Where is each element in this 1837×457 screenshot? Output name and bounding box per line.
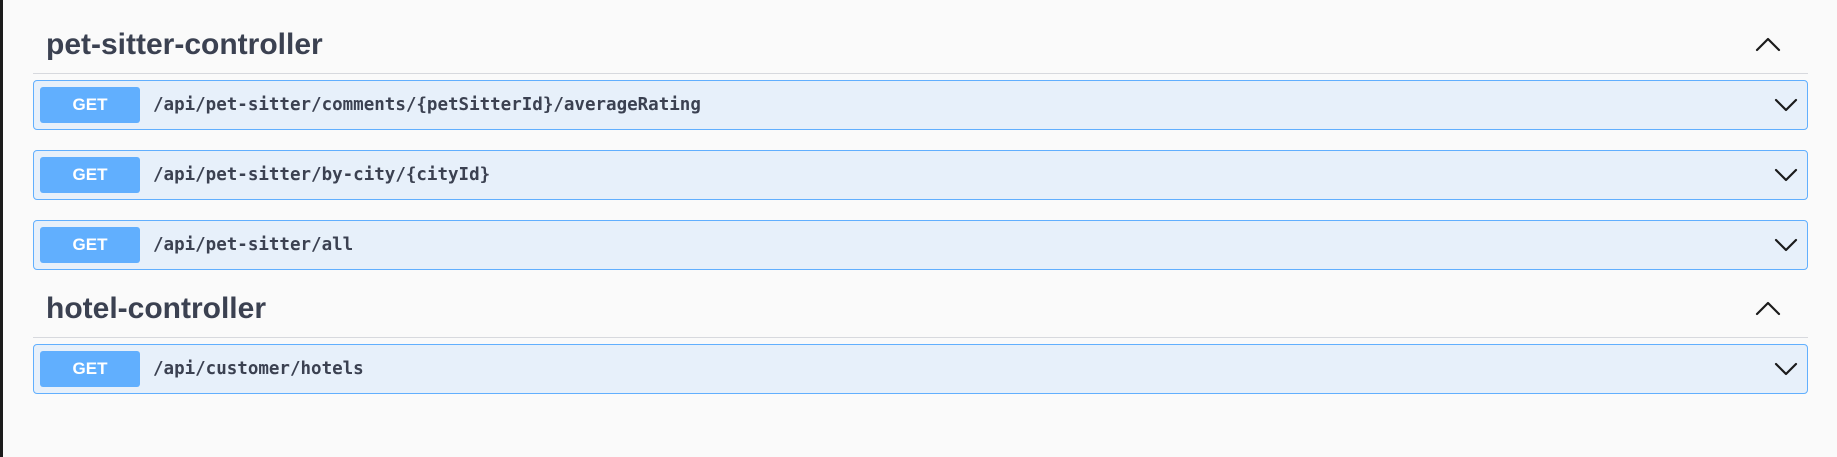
- chevron-down-icon[interactable]: [1771, 354, 1801, 384]
- section-header-hotel-controller[interactable]: hotel-controller: [33, 278, 1808, 338]
- operation-path: /api/pet-sitter/comments/{petSitterId}/a…: [153, 95, 701, 115]
- operation-path: /api/pet-sitter/by-city/{cityId}: [153, 165, 491, 185]
- chevron-down-icon[interactable]: [1771, 90, 1801, 120]
- section-pet-sitter-controller: pet-sitter-controller GET /api/pet-sitte…: [33, 14, 1808, 270]
- operations-list: GET /api/customer/hotels: [33, 338, 1808, 394]
- method-badge: GET: [40, 351, 140, 387]
- method-badge: GET: [40, 227, 140, 263]
- method-badge: GET: [40, 87, 140, 123]
- operations-list: GET /api/pet-sitter/comments/{petSitterI…: [33, 74, 1808, 270]
- chevron-up-icon[interactable]: [1751, 27, 1785, 61]
- section-title: pet-sitter-controller: [46, 27, 323, 61]
- swagger-operations-list: pet-sitter-controller GET /api/pet-sitte…: [33, 14, 1808, 394]
- operation-row[interactable]: GET /api/pet-sitter/comments/{petSitterI…: [33, 80, 1808, 130]
- operation-row[interactable]: GET /api/pet-sitter/by-city/{cityId}: [33, 150, 1808, 200]
- operation-row[interactable]: GET /api/pet-sitter/all: [33, 220, 1808, 270]
- chevron-down-icon[interactable]: [1771, 230, 1801, 260]
- chevron-up-icon[interactable]: [1751, 291, 1785, 325]
- operation-row[interactable]: GET /api/customer/hotels: [33, 344, 1808, 394]
- operation-path: /api/pet-sitter/all: [153, 235, 354, 255]
- section-title: hotel-controller: [46, 291, 267, 325]
- method-badge: GET: [40, 157, 140, 193]
- operation-path: /api/customer/hotels: [153, 359, 364, 379]
- chevron-down-icon[interactable]: [1771, 160, 1801, 190]
- section-hotel-controller: hotel-controller GET /api/customer/hotel…: [33, 278, 1808, 394]
- window-left-edge: [0, 0, 3, 457]
- section-header-pet-sitter-controller[interactable]: pet-sitter-controller: [33, 14, 1808, 74]
